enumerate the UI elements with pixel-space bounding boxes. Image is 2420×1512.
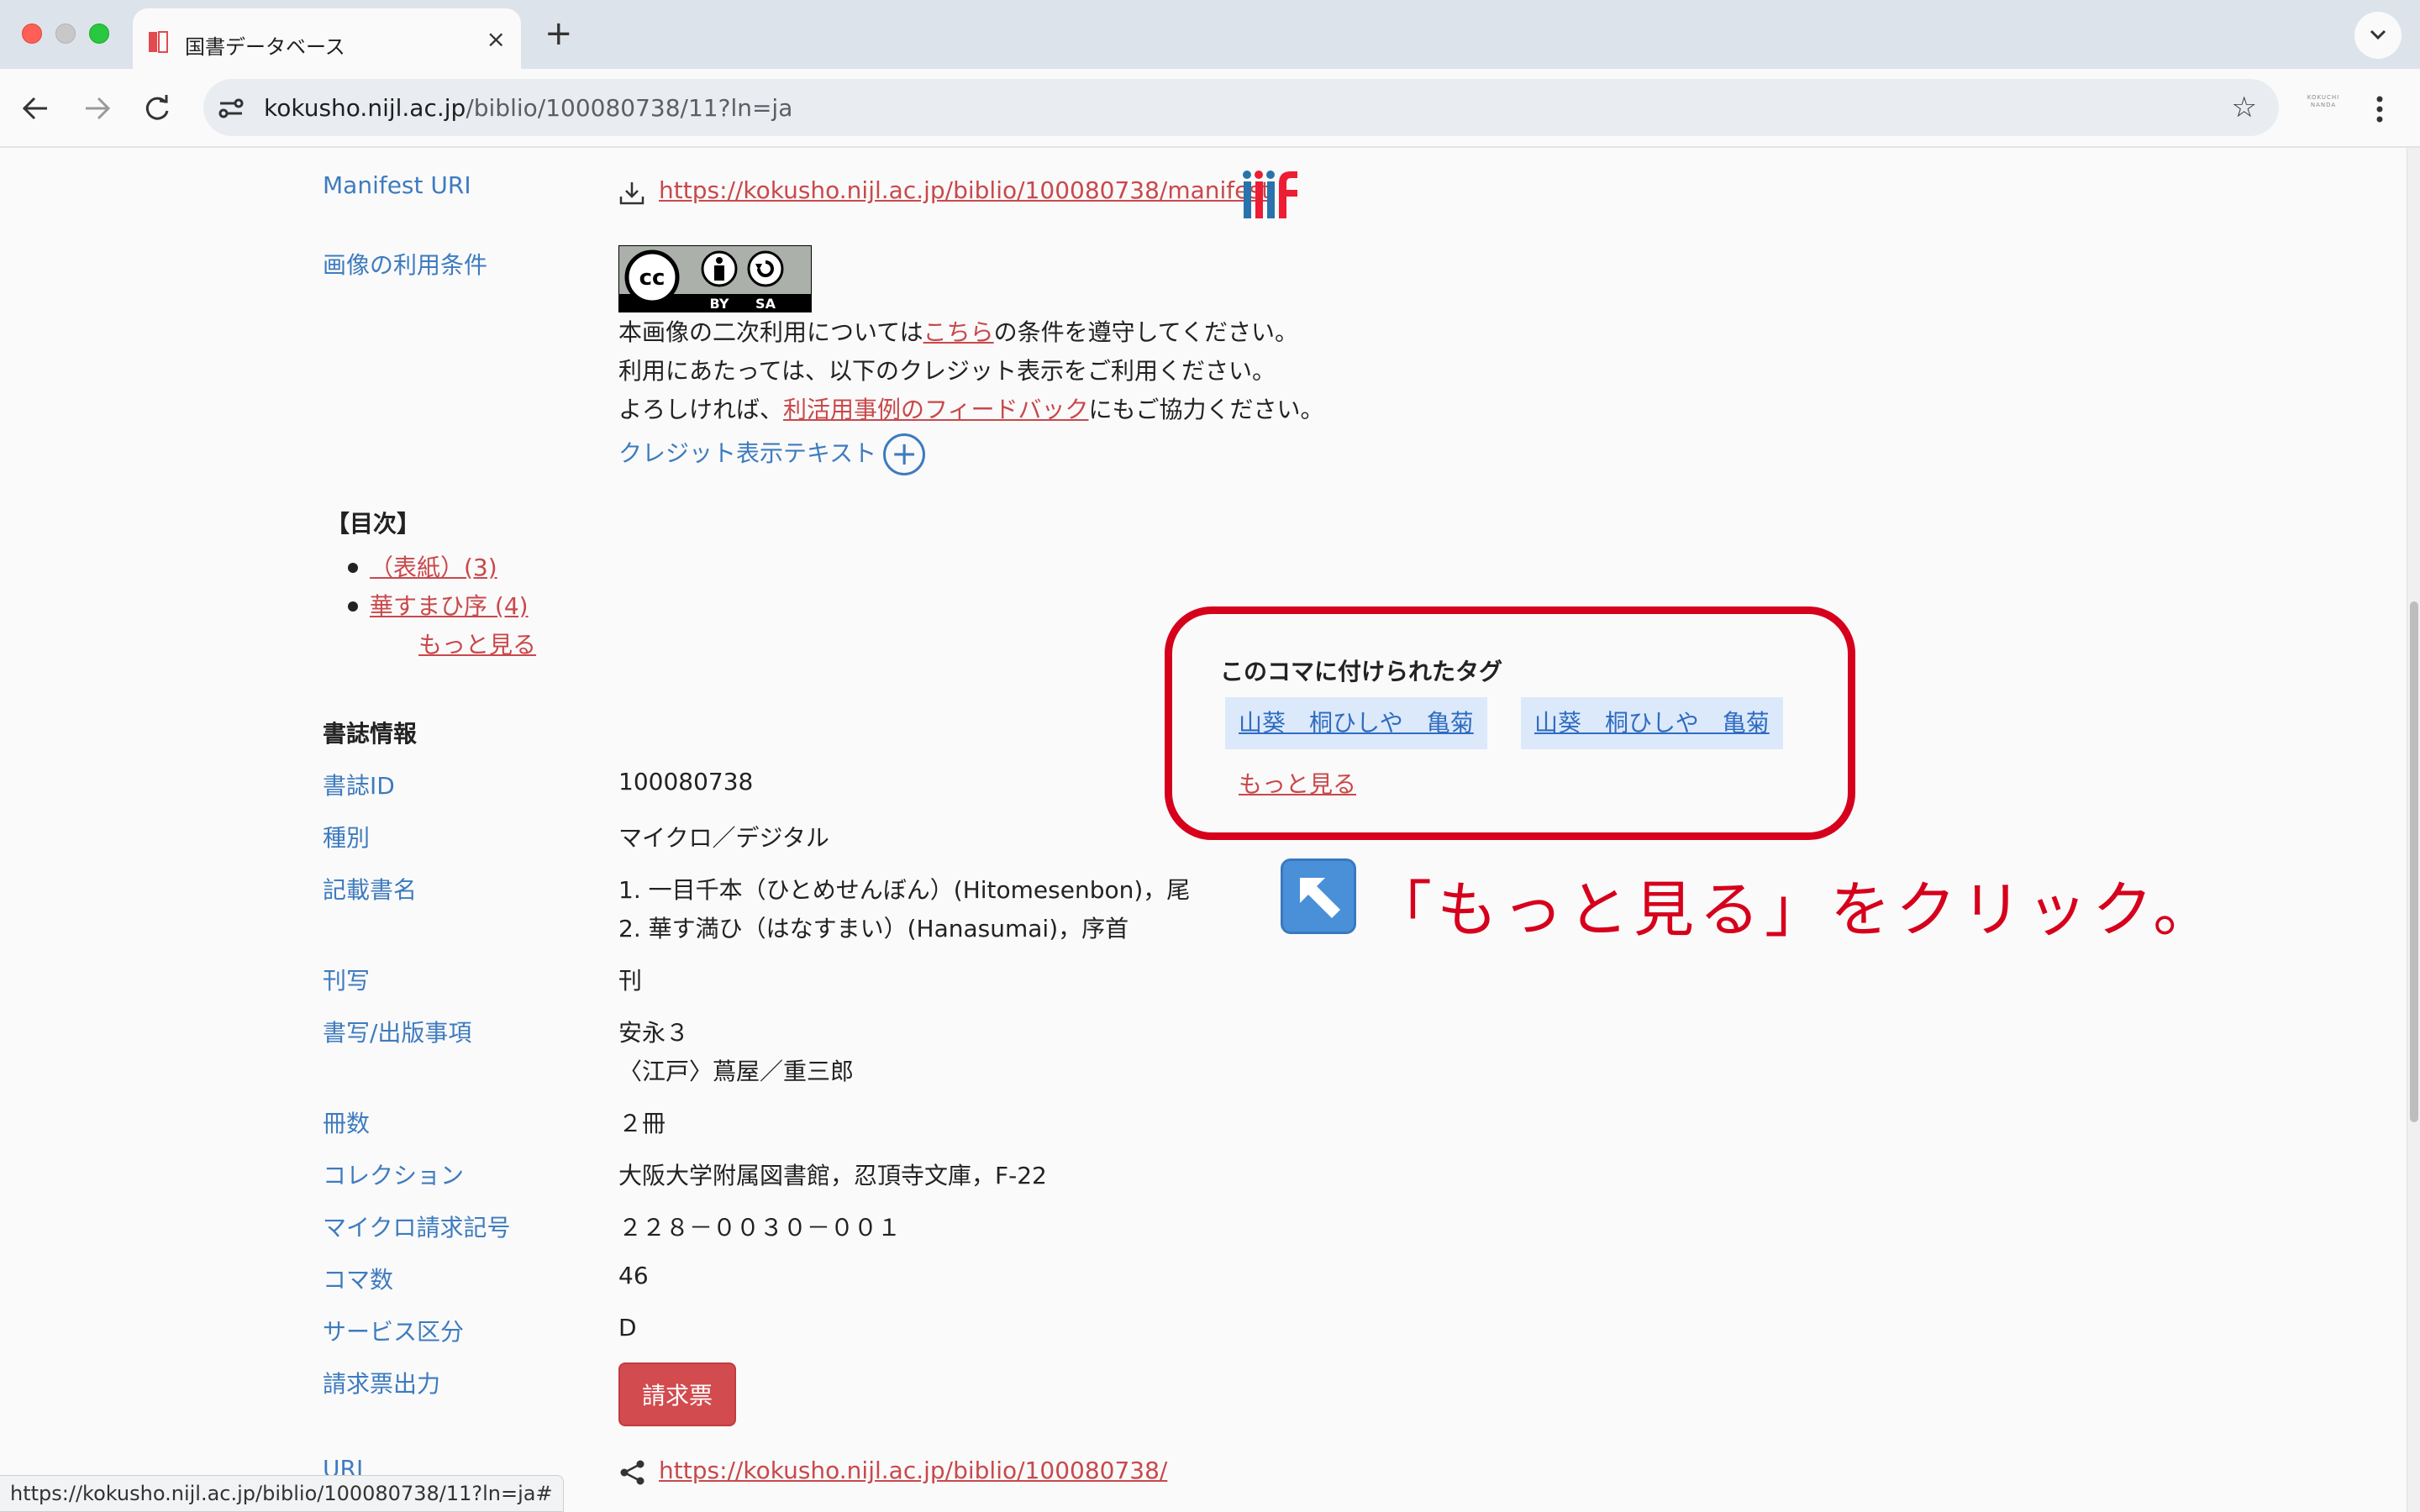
title-item-1: 1. 一目千本（ひとめせんぼん）(Hitomesenbon)，尾 — [618, 876, 1191, 904]
toc-bullet — [348, 563, 358, 573]
frame-count-label: コマ数 — [323, 1266, 394, 1294]
tab-active[interactable]: 国書データベース × — [133, 8, 521, 69]
address-bar[interactable]: kokusho.nijl.ac.jp/biblio/100080738/11?l… — [203, 79, 2279, 136]
collection-value: 大阪大学附属図書館，忍頂寺文庫，F-22 — [618, 1162, 1047, 1189]
tab-title: 国書データベース — [185, 35, 345, 59]
tab-search-button[interactable] — [2354, 12, 2402, 59]
usage-line-1: 本画像の二次利用についてはこちらの条件を遵守してください。 — [618, 314, 1298, 348]
service-class-value: D — [618, 1314, 637, 1341]
biblio-id-label: 書誌ID — [323, 772, 395, 800]
usage-line-1-text: 本画像の二次利用については — [618, 318, 923, 346]
page-scrollbar[interactable] — [2407, 148, 2420, 1512]
volumes-value: ２冊 — [618, 1110, 666, 1137]
toc-heading: 【目次】 — [326, 510, 421, 538]
manifest-link[interactable]: https://kokusho.nijl.ac.jp/biblio/100080… — [659, 176, 1270, 204]
bookmark-star-icon[interactable]: ☆ — [2232, 92, 2257, 123]
cc-by-text: BY — [710, 296, 729, 312]
tags-heading: このコマに付けられたタグ — [1220, 658, 1503, 685]
publisher: 〈江戸〉蔦屋／重三郎 — [618, 1058, 855, 1085]
instruction-text: 「もっと見る」をクリック。 — [1371, 874, 2219, 945]
type-label: 種別 — [323, 824, 371, 852]
print-type-value: 刊 — [618, 967, 643, 995]
tag-chip[interactable]: 山葵 桐ひしや 亀菊 — [1521, 697, 1783, 749]
up-left-arrow-icon — [1281, 858, 1356, 934]
frame-count-value: 46 — [618, 1262, 649, 1289]
volumes-label: 冊数 — [323, 1110, 371, 1137]
window-maximize-button[interactable] — [89, 24, 109, 44]
page-content: Manifest URI https://kokusho.nijl.ac.jp/… — [0, 148, 2420, 1512]
usage-line-3-text: よろしければ、 — [618, 396, 784, 423]
new-tab-button[interactable]: + — [544, 15, 573, 52]
tags-more-link[interactable]: もっと見る — [1239, 766, 1356, 800]
url-text[interactable]: kokusho.nijl.ac.jp/biblio/100080738/11?l… — [264, 94, 792, 122]
back-arrow-icon[interactable] — [18, 91, 54, 126]
credit-text: クレジット表示テキスト — [618, 439, 877, 467]
url-path: /biblio/100080738/11?ln=ja — [466, 94, 793, 122]
request-form-label: 請求票出力 — [323, 1370, 441, 1398]
manifest-label: Manifest URI — [323, 171, 471, 199]
link-status-bar: https://kokusho.nijl.ac.jp/biblio/100080… — [0, 1475, 564, 1512]
usage-label: 画像の利用条件 — [323, 251, 488, 279]
plus-circle-icon[interactable]: + — [883, 433, 926, 475]
credit-toggle[interactable]: クレジット表示テキスト + — [618, 433, 926, 475]
window-close-button[interactable] — [22, 24, 42, 44]
chevron-down-icon — [2370, 29, 2386, 40]
service-class-label: サービス区分 — [323, 1318, 465, 1346]
browser-toolbar: kokusho.nijl.ac.jp/biblio/100080738/11?l… — [0, 69, 2420, 148]
usage-line-2: 利用にあたっては、以下のクレジット表示をご利用ください。 — [618, 357, 1276, 385]
toc-bullet — [348, 601, 358, 612]
cc-by-sa-license-badge[interactable]: cc BY SA — [618, 245, 812, 312]
cc-sa-text: SA — [755, 296, 776, 312]
tab-close-icon[interactable]: × — [487, 27, 506, 52]
request-form-button[interactable]: 請求票 — [618, 1362, 736, 1426]
tab-strip: 国書データベース × + — [0, 0, 2420, 69]
toc-item-cover[interactable]: （表紙）(3) — [370, 549, 497, 583]
scrollbar-thumb[interactable] — [2410, 601, 2418, 1122]
publication-year: 安永３ — [618, 1019, 690, 1047]
print-type-label: 刊写 — [323, 967, 371, 995]
more-menu-icon[interactable] — [2371, 92, 2388, 126]
usage-line-1-end: の条件を遵守してください。 — [993, 318, 1298, 346]
feedback-link[interactable]: 利活用事例のフィードバック — [783, 396, 1088, 423]
title-item-2: 2. 華す満ひ（はなすまい）(Hanasumai)，序首 — [618, 915, 1129, 942]
download-icon[interactable] — [618, 180, 645, 207]
site-settings-icon[interactable] — [217, 94, 245, 123]
iiif-logo-icon[interactable] — [1242, 168, 1299, 222]
book-favicon-icon — [149, 31, 168, 53]
micro-call-number-value: ２２８－００３０－００１ — [618, 1214, 902, 1242]
url-host: kokusho.nijl.ac.jp — [264, 94, 466, 122]
titles-label: 記載書名 — [323, 876, 418, 904]
toc-more-link[interactable]: もっと見る — [418, 627, 536, 660]
tag-link[interactable]: 山葵 桐ひしや 亀菊 — [1534, 709, 1770, 737]
cc-text: cc — [639, 265, 666, 291]
forward-arrow-icon[interactable] — [79, 91, 114, 126]
conditions-link[interactable]: こちら — [923, 318, 994, 346]
usage-line-3: よろしければ、利活用事例のフィードバックにもご協力ください。 — [618, 391, 1323, 425]
window-minimize-button[interactable] — [55, 24, 76, 44]
type-value: マイクロ／デジタル — [618, 824, 829, 852]
share-icon[interactable] — [618, 1458, 647, 1487]
publication-label: 書写/出版事項 — [323, 1019, 472, 1047]
tag-chip[interactable]: 山葵 桐ひしや 亀菊 — [1225, 697, 1487, 749]
profile-avatar[interactable]: KOKUCHI NANDA — [2304, 94, 2343, 123]
collection-label: コレクション — [323, 1162, 465, 1189]
uri-link[interactable]: https://kokusho.nijl.ac.jp/biblio/100080… — [659, 1457, 1167, 1484]
usage-line-3-end: にもご協力ください。 — [1088, 396, 1324, 423]
biblio-id-value: 100080738 — [618, 768, 754, 795]
biblio-heading: 書誌情報 — [323, 720, 418, 748]
micro-call-number-label: マイクロ請求記号 — [323, 1214, 511, 1242]
tag-link[interactable]: 山葵 桐ひしや 亀菊 — [1239, 709, 1474, 737]
reload-icon[interactable] — [139, 91, 175, 126]
toc-item-preface[interactable]: 華すまひ序 (4) — [370, 588, 529, 622]
